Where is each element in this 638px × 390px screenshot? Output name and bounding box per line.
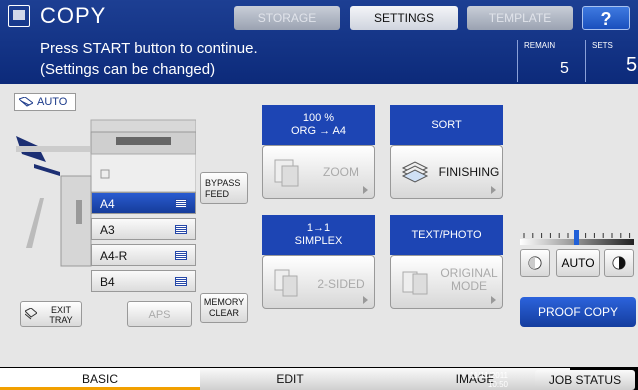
job-status-button[interactable]: JOB STATUS [535, 370, 635, 390]
arrow-right-icon [363, 186, 368, 194]
tray-label: A3 [100, 223, 115, 237]
finishing-setting-display: SORT [390, 105, 503, 145]
tab-edit[interactable]: EDIT [200, 368, 380, 390]
zoom-ratio: 100 % [302, 112, 335, 124]
zoom-button[interactable]: ZOOM [262, 145, 375, 199]
auto-paper-label: AUTO [37, 96, 68, 108]
template-button[interactable]: TEMPLATE [467, 6, 573, 30]
tray-b4[interactable]: B4 [91, 270, 196, 292]
duplex-mode: 1→1 [306, 222, 331, 234]
tray-label: B4 [100, 275, 115, 289]
density-scale[interactable] [520, 230, 634, 246]
darker-button[interactable] [604, 249, 634, 277]
original-mode-line2: MODE [451, 279, 487, 293]
lighter-button[interactable] [520, 249, 550, 277]
app-title: COPY [40, 3, 107, 28]
finishing-label: FINISHING [438, 165, 500, 179]
sets-label: SETS [592, 41, 613, 50]
status-message-line1: Press START button to continue. [40, 40, 258, 57]
bypass-feed-button[interactable]: BYPASS FEED [200, 172, 248, 204]
memory-clear-line1: MEMORY [203, 297, 245, 307]
tab-basic[interactable]: BASIC [0, 368, 200, 390]
arrow-right-icon [491, 296, 496, 304]
zoom-icon [274, 159, 299, 187]
proof-copy-button[interactable]: PROOF COPY [520, 297, 636, 327]
duplex-setting-display: 1→1 SIMPLEX [262, 215, 375, 255]
half-circle-dark-icon [612, 256, 626, 270]
bypass-label-line1: BYPASS [205, 178, 241, 188]
density-marker[interactable] [574, 230, 579, 245]
divider [517, 40, 518, 82]
two-sided-label: 2-SIDED [317, 277, 365, 291]
zoom-label: ZOOM [323, 165, 359, 179]
auto-paper-badge: AUTO [14, 93, 76, 111]
original-mode-label: ORIGINAL MODE [439, 267, 499, 293]
two-sided-icon [274, 269, 298, 297]
paper-stack-icon [19, 97, 33, 107]
tray-a4[interactable]: A4 [91, 192, 196, 214]
memory-clear-line2: CLEAR [208, 308, 239, 318]
help-button[interactable]: ? [582, 6, 630, 30]
arrow-right-icon [491, 186, 496, 194]
paper-tray-icon [175, 277, 187, 286]
paper-tray-icon [175, 251, 187, 260]
tray-a3[interactable]: A3 [91, 218, 196, 240]
time-display: 10:50 [487, 380, 508, 389]
exit-tray-icon [25, 308, 37, 320]
zoom-setting-display: 100 % ORG → A4 [262, 105, 375, 145]
exit-tray-button[interactable]: EXIT TRAY [20, 301, 82, 327]
remain-value: 5 [560, 60, 569, 77]
density-auto-button[interactable]: AUTO [556, 249, 600, 277]
aps-button[interactable]: APS [127, 301, 192, 327]
tray-label: A4 [100, 197, 115, 211]
remain-label: REMAIN [524, 41, 556, 50]
date-display: 11/11/2011 [469, 371, 508, 380]
half-circle-light-icon [528, 256, 542, 270]
settings-button[interactable]: SETTINGS [350, 6, 458, 30]
duplex-mode-name: SIMPLEX [294, 235, 343, 247]
tray-a4-r[interactable]: A4-R [91, 244, 196, 266]
divider [585, 40, 586, 82]
arrow-right-icon [363, 296, 368, 304]
paper-tray-icon [175, 199, 187, 208]
storage-button[interactable]: STORAGE [234, 6, 340, 30]
copy-app-icon [8, 5, 30, 27]
tray-label: A4-R [100, 249, 128, 263]
date-time: 11/11/2011 10:50 [458, 371, 508, 389]
exit-tray-label-line2: TRAY [49, 315, 73, 325]
finishing-button[interactable]: FINISHING [390, 145, 503, 199]
two-sided-button[interactable]: 2-SIDED [262, 255, 375, 309]
status-message-line2: (Settings can be changed) [40, 61, 216, 78]
original-mode-display: TEXT/PHOTO [390, 215, 503, 255]
sets-value: 5 [626, 54, 638, 76]
zoom-paper: ORG → A4 [290, 125, 347, 137]
original-mode-button[interactable]: ORIGINAL MODE [390, 255, 503, 309]
original-mode-icon [402, 271, 428, 295]
exit-tray-label-line1: EXIT [50, 305, 71, 315]
bypass-label-line2: FEED [205, 189, 230, 199]
finishing-icon [401, 161, 429, 183]
paper-tray-icon [175, 225, 187, 234]
memory-clear-button[interactable]: MEMORY CLEAR [200, 293, 248, 323]
